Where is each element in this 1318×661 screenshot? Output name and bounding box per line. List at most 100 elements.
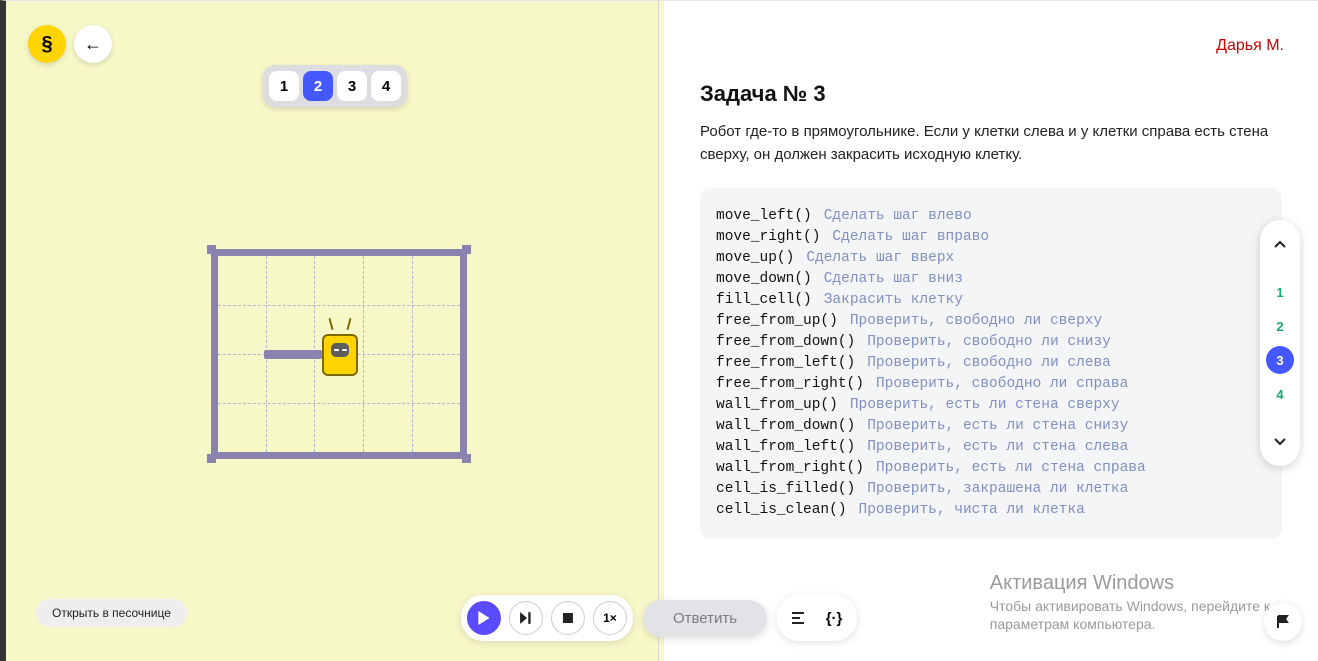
app-root: § ← 1 2 3 4 — [0, 0, 1318, 661]
editor-tools: {·} — [777, 595, 857, 641]
command-row: free_from_down() Проверить, свободно ли с… — [716, 332, 1266, 353]
command-fn: fill_cell() — [716, 292, 812, 308]
robot-antenna — [328, 318, 333, 330]
bottom-controls: 1× Ответить {·} — [461, 595, 857, 641]
command-fn: cell_is_clean() — [716, 502, 847, 518]
step-forward-button[interactable] — [509, 601, 543, 635]
wall-segment — [264, 350, 322, 359]
command-row: wall_from_up()Проверить, есть ли стена с… — [716, 395, 1266, 416]
command-comment: Проверить, свободно ли слева — [867, 355, 1111, 371]
mini-nav-label: 1 — [1276, 285, 1283, 300]
mini-nav-label: 4 — [1276, 387, 1283, 402]
task-mini-nav: 1 2 3 4 — [1260, 220, 1300, 466]
play-icon — [477, 611, 491, 625]
step-forward-icon — [519, 611, 533, 625]
mini-nav-label: 2 — [1276, 319, 1283, 334]
step-tab-2[interactable]: 2 — [303, 71, 333, 101]
play-button[interactable] — [467, 601, 501, 635]
mini-nav-item-1[interactable]: 1 — [1266, 278, 1294, 306]
back-button[interactable]: ← — [74, 25, 112, 63]
command-row: wall_from_down() Проверить, есть ли стена… — [716, 416, 1266, 437]
speed-button[interactable]: 1× — [593, 601, 627, 635]
pane-divider[interactable] — [658, 0, 659, 661]
braces-icon: {·} — [826, 610, 843, 627]
logo-icon: § — [41, 33, 52, 56]
robot-field — [211, 249, 467, 459]
open-sandbox-button[interactable]: Открыть в песочнице — [36, 599, 187, 627]
report-flag-button[interactable] — [1264, 603, 1302, 641]
grid-line — [412, 256, 413, 452]
command-fn: wall_from_down() — [716, 418, 855, 434]
left-pane: § ← 1 2 3 4 — [6, 1, 664, 661]
step-label: 2 — [314, 78, 322, 95]
field-corner — [207, 245, 216, 254]
code-braces-button[interactable]: {·} — [817, 601, 851, 635]
task-title: Задача № 3 — [700, 81, 1282, 107]
task-content: Задача № 3 Робот где-то в прямоугольнике… — [700, 81, 1282, 539]
command-comment: Проверить, есть ли стена снизу — [867, 418, 1128, 434]
robot-body — [322, 334, 358, 376]
command-row: wall_from_left()Проверить, есть ли стена… — [716, 437, 1266, 458]
logo-button[interactable]: § — [28, 25, 66, 63]
command-fn: wall_from_left() — [716, 439, 855, 455]
step-tab-4[interactable]: 4 — [371, 71, 401, 101]
back-arrow-icon: ← — [84, 34, 102, 55]
mini-nav-down[interactable] — [1266, 428, 1294, 456]
grid-line — [218, 305, 460, 306]
command-comment: Проверить, есть ли стена справа — [876, 460, 1146, 476]
command-row: fill_cell() Закрасить клетку — [716, 290, 1266, 311]
command-fn: move_down() — [716, 271, 812, 287]
command-row: cell_is_filled() Проверить, закрашена ли … — [716, 479, 1266, 500]
field-corner — [462, 454, 471, 463]
mini-nav-item-3[interactable]: 3 — [1266, 346, 1294, 374]
step-tab-3[interactable]: 3 — [337, 71, 367, 101]
right-pane: Дарья М. Задача № 3 Робот где-то в прямо… — [664, 1, 1318, 661]
command-fn: move_right() — [716, 229, 820, 245]
robot-eye — [342, 349, 347, 351]
step-tab-1[interactable]: 1 — [269, 71, 299, 101]
user-name[interactable]: Дарья М. — [1216, 37, 1284, 55]
command-row: move_down() Сделать шаг вниз — [716, 269, 1266, 290]
answer-label: Ответить — [673, 610, 737, 627]
step-label: 3 — [348, 78, 356, 95]
align-left-icon — [792, 611, 808, 625]
sandbox-label: Открыть в песочнице — [52, 606, 171, 620]
command-fn: cell_is_filled() — [716, 481, 855, 497]
command-comment: Проверить, свободно ли справа — [876, 376, 1128, 392]
robot-eye — [334, 349, 339, 351]
stop-button[interactable] — [551, 601, 585, 635]
playback-controls: 1× — [461, 595, 633, 641]
format-button[interactable] — [783, 601, 817, 635]
command-row: move_right()Сделать шаг вправо — [716, 227, 1266, 248]
answer-button[interactable]: Ответить — [643, 600, 767, 637]
robot — [320, 328, 360, 378]
field-corner — [207, 454, 216, 463]
grid-line — [218, 403, 460, 404]
robot-antenna — [346, 318, 351, 330]
flag-icon — [1276, 615, 1290, 629]
command-row: cell_is_clean() Проверить, чиста ли клетк… — [716, 500, 1266, 521]
command-comment: Проверить, есть ли стена сверху — [850, 397, 1120, 413]
command-comment: Проверить, свободно ли сверху — [850, 313, 1102, 329]
command-row: free_from_left()Проверить, свободно ли с… — [716, 353, 1266, 374]
command-comment: Закрасить клетку — [824, 292, 963, 308]
stop-icon — [563, 613, 573, 623]
command-fn: free_from_up() — [716, 313, 838, 329]
command-fn: move_left() — [716, 208, 812, 224]
mini-nav-label: 3 — [1276, 353, 1283, 368]
chevron-up-icon — [1274, 240, 1286, 248]
command-fn: move_up() — [716, 250, 794, 266]
command-comment: Проверить, чиста ли клетка — [859, 502, 1085, 518]
field-cells — [218, 256, 460, 452]
mini-nav-up[interactable] — [1266, 230, 1294, 258]
command-comment: Проверить, закрашена ли клетка — [867, 481, 1128, 497]
commands-panel: move_left()Сделать шаг влево move_right(… — [700, 188, 1282, 539]
command-comment: Сделать шаг вниз — [824, 271, 963, 287]
field-corner — [462, 245, 471, 254]
command-fn: free_from_down() — [716, 334, 855, 350]
command-row: move_left()Сделать шаг влево — [716, 206, 1266, 227]
mini-nav-item-2[interactable]: 2 — [1266, 312, 1294, 340]
command-row: free_from_up() Проверить, свободно ли све… — [716, 311, 1266, 332]
command-comment: Проверить, свободно ли снизу — [867, 334, 1111, 350]
mini-nav-item-4[interactable]: 4 — [1266, 380, 1294, 408]
